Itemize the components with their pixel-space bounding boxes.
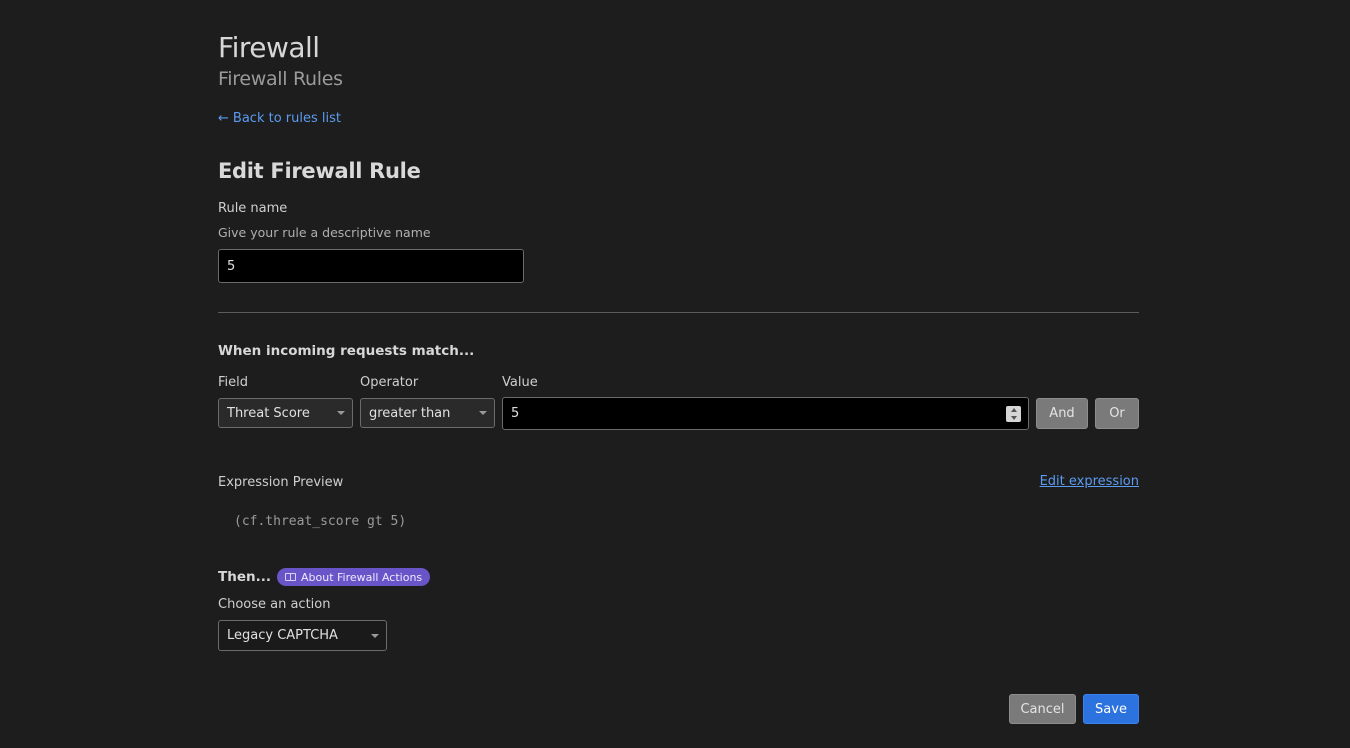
field-select[interactable]: Threat Score xyxy=(218,398,353,428)
then-row: Then... About Firewall Actions xyxy=(218,568,431,586)
rule-name-label: Rule name xyxy=(218,201,288,216)
chevron-down-icon xyxy=(337,411,345,415)
page-title: Edit Firewall Rule xyxy=(218,159,421,183)
book-icon xyxy=(284,573,296,581)
rule-name-hint: Give your rule a descriptive name xyxy=(218,225,431,240)
operator-label: Operator xyxy=(360,375,419,390)
cancel-button[interactable]: Cancel xyxy=(1009,694,1076,724)
or-button[interactable]: Or xyxy=(1095,398,1139,429)
rule-name-input[interactable]: 5 xyxy=(218,249,524,283)
chevron-down-icon xyxy=(371,633,379,638)
field-label: Field xyxy=(218,375,249,390)
action-select[interactable]: Legacy CAPTCHA xyxy=(218,620,387,651)
spinner-down-icon[interactable] xyxy=(1010,415,1017,420)
save-button[interactable]: Save xyxy=(1083,694,1139,724)
operator-select-value: greater than xyxy=(369,405,451,421)
app-title: Firewall xyxy=(218,31,320,64)
back-link-label: Back to rules list xyxy=(232,111,341,126)
value-input[interactable]: 5 xyxy=(502,397,1029,430)
choose-action-label: Choose an action xyxy=(218,597,331,612)
chevron-down-icon xyxy=(479,411,487,415)
expression-preview: (cf.threat_score gt 5) xyxy=(234,514,407,529)
spinner-icon[interactable] xyxy=(1006,405,1021,422)
badge-label: About Firewall Actions xyxy=(300,570,423,584)
field-select-value: Threat Score xyxy=(227,405,310,421)
page: Firewall Firewall Rules ← Back to rules … xyxy=(0,0,1350,748)
section-divider xyxy=(218,312,1139,313)
spinner-up-icon[interactable] xyxy=(1010,407,1017,412)
value-input-value: 5 xyxy=(511,406,520,421)
then-title: Then... xyxy=(218,569,271,585)
back-to-rules-link[interactable]: ← Back to rules list xyxy=(218,110,341,128)
rule-name-value: 5 xyxy=(227,258,236,274)
match-section-title: When incoming requests match... xyxy=(218,343,475,359)
operator-select[interactable]: greater than xyxy=(360,398,495,428)
edit-expression-link[interactable]: Edit expression xyxy=(1040,473,1139,491)
about-firewall-actions-badge[interactable]: About Firewall Actions xyxy=(276,568,431,586)
expression-preview-label: Expression Preview xyxy=(218,475,344,490)
action-select-value: Legacy CAPTCHA xyxy=(227,628,338,643)
arrow-left-icon: ← xyxy=(218,111,229,126)
value-label: Value xyxy=(502,375,538,390)
and-button[interactable]: And xyxy=(1036,398,1088,429)
page-subtitle: Firewall Rules xyxy=(218,68,343,90)
